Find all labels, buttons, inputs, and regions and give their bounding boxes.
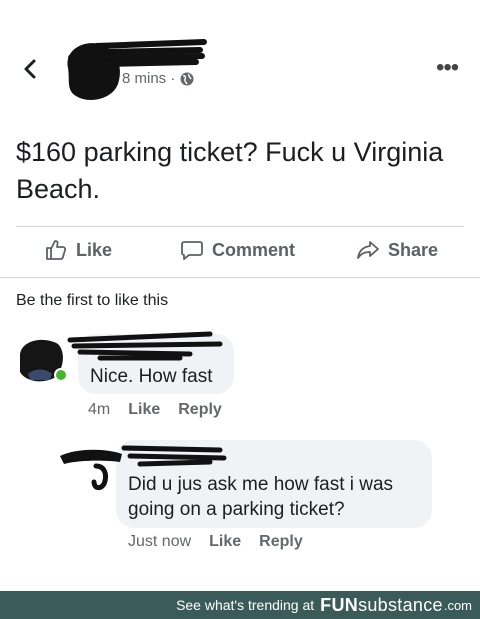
comment-time: Just now [128, 533, 192, 550]
brand-domain: .com [443, 597, 472, 613]
commenter-avatar-redacted[interactable] [56, 442, 126, 492]
comment-reply-link[interactable]: Reply [259, 533, 303, 551]
comment-like-link[interactable]: Like [209, 533, 241, 551]
comment-like-link[interactable]: Like [128, 401, 160, 419]
watermark-footer: See what's trending at FUNsubstance .com [0, 591, 480, 619]
brand-bold: FUN [320, 594, 359, 615]
commenter-name-redacted[interactable] [60, 328, 230, 364]
commenter-name-redacted[interactable] [120, 440, 230, 470]
post-time: 8 mins · [122, 70, 176, 87]
comment-time: 4m [88, 401, 111, 418]
post-body-text: $160 parking ticket? Fuck u Virginia Bea… [16, 137, 444, 204]
divider [0, 277, 480, 278]
post-meta: 8 mins · [122, 70, 194, 87]
post-header: 8 mins · ••• [0, 0, 480, 120]
comment-text: Did u jus ask me how fast i was going on… [128, 474, 394, 520]
online-status-icon [54, 368, 68, 382]
comment-label: Comment [212, 239, 296, 260]
share-label: Share [388, 239, 439, 260]
comment-meta: Just now Like Reply [128, 533, 303, 551]
back-chevron-icon[interactable] [18, 56, 44, 82]
thumbs-up-icon [46, 240, 67, 260]
more-dots-icon[interactable]: ••• [436, 56, 459, 80]
post-actions-bar: Like Comment Share [0, 228, 480, 276]
comment-reply-link[interactable]: Reply [178, 401, 222, 419]
comment-meta: 4m Like Reply [88, 401, 222, 419]
comment-text: Nice. How fast [90, 366, 213, 387]
share-arrow-icon [357, 241, 379, 259]
comment-button[interactable]: Comment [180, 238, 295, 262]
reactions-summary: Be the first to like this [16, 292, 169, 309]
brand-logo[interactable]: FUNsubstance [320, 595, 443, 616]
like-label: Like [76, 239, 113, 260]
divider [16, 226, 464, 227]
brand-rest: substance [358, 594, 443, 615]
like-button[interactable]: Like [44, 238, 112, 262]
trending-text: See what's trending at [176, 597, 315, 613]
comment-bubble-icon [181, 241, 203, 260]
globe-icon [180, 72, 194, 85]
share-button[interactable]: Share [356, 238, 438, 262]
